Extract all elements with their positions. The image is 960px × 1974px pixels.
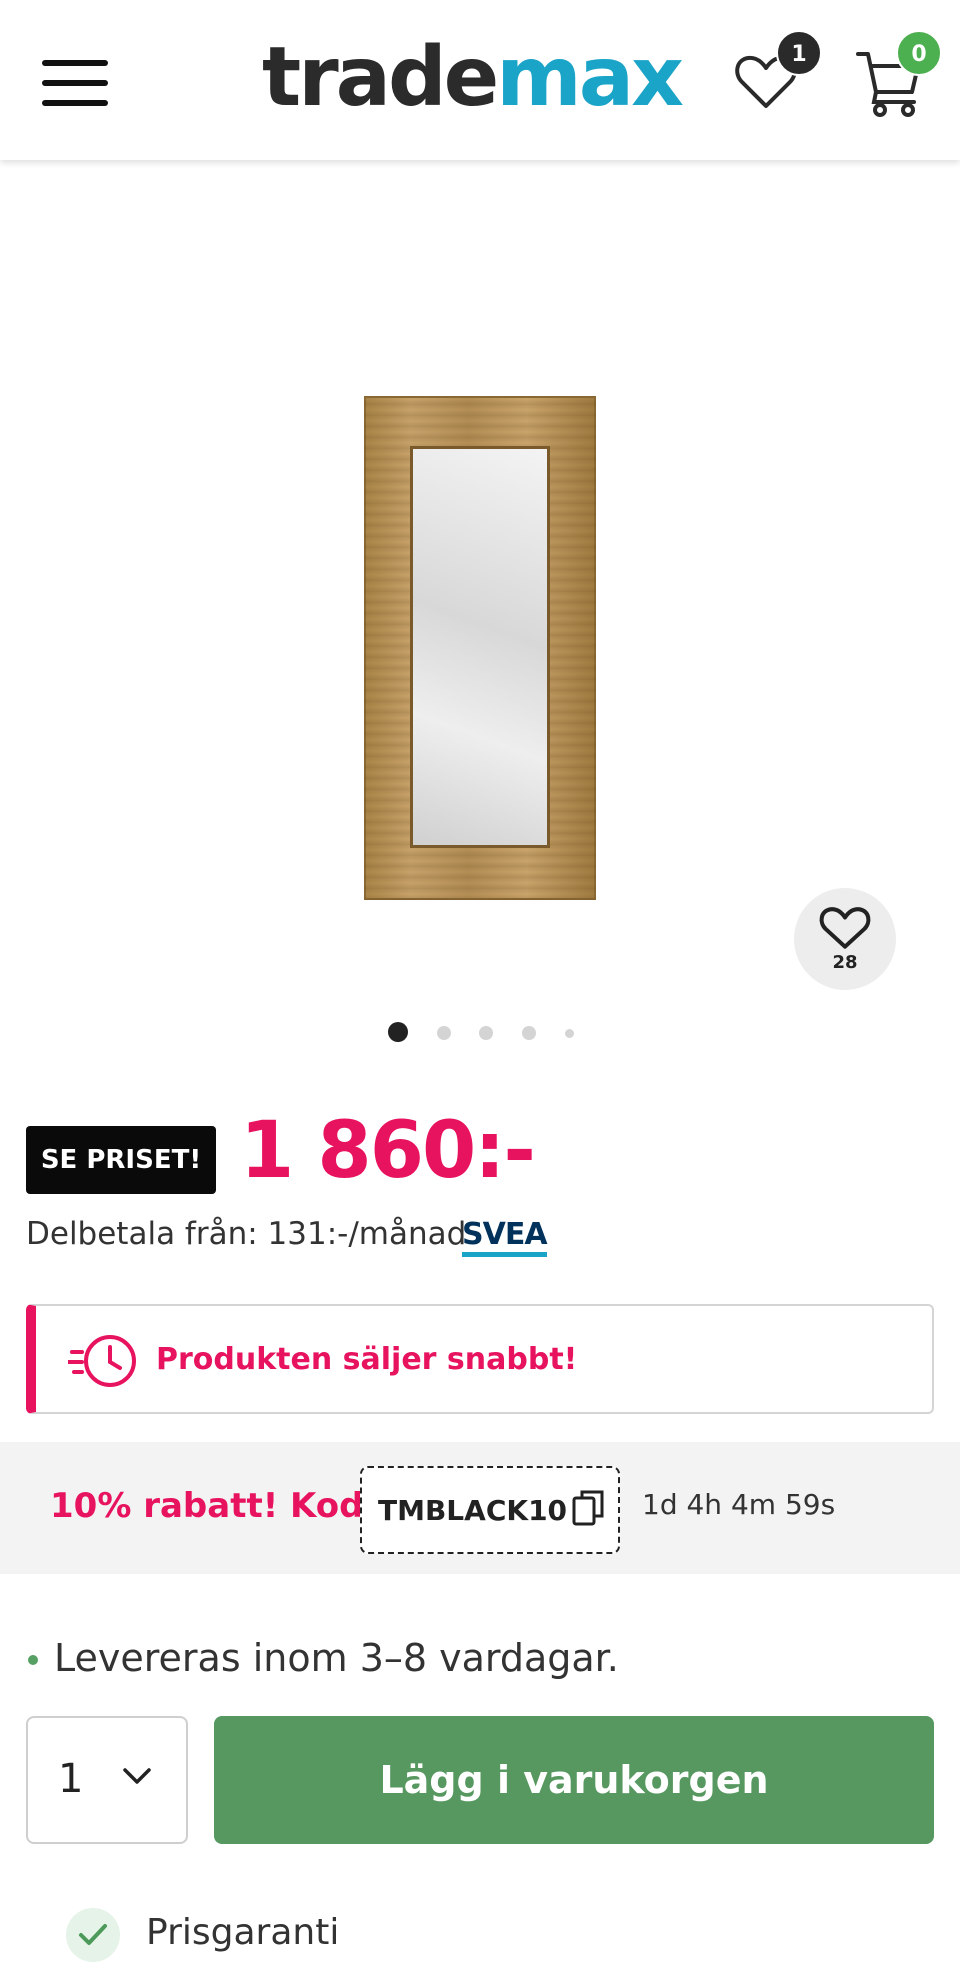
chevron-down-icon	[123, 1768, 151, 1784]
see-price-badge: SE PRISET!	[26, 1126, 216, 1194]
add-to-cart-button[interactable]: Lägg i varukorgen	[214, 1716, 934, 1844]
installment-text: Delbetala från: 131:-/månad	[26, 1216, 467, 1252]
discount-label: 10% rabatt! Kod:	[50, 1486, 378, 1526]
gallery-dot-4[interactable]	[522, 1026, 536, 1040]
cart-count-badge: 0	[896, 30, 942, 76]
gallery-dot-2[interactable]	[437, 1026, 451, 1040]
heart-icon	[819, 907, 871, 949]
logo-trade: trade	[262, 30, 499, 125]
favorite-button[interactable]: 28	[794, 888, 896, 990]
discount-banner: 10% rabatt! Kod: TMBLACK10 1d 4h 4m 59s	[0, 1442, 960, 1574]
product-price: 1 860:-	[240, 1106, 536, 1196]
quantity-select[interactable]: 1	[26, 1716, 188, 1844]
svea-logo: SVEA	[462, 1218, 548, 1257]
gallery-dot-1[interactable]	[388, 1022, 408, 1042]
discount-code-button[interactable]: TMBLACK10	[360, 1466, 620, 1554]
product-image[interactable]	[364, 396, 596, 900]
price-guarantee-text: Prisgaranti	[146, 1912, 340, 1953]
product-gallery[interactable]: 28	[0, 160, 960, 1042]
gallery-dot-5[interactable]	[565, 1029, 574, 1038]
gallery-pagination	[0, 1018, 960, 1048]
logo[interactable]: trademax	[262, 28, 684, 128]
copy-icon	[572, 1490, 604, 1526]
favorite-count: 28	[832, 952, 858, 973]
fast-clock-icon	[68, 1335, 136, 1387]
selling-fast-alert: Produkten säljer snabbt!	[26, 1304, 934, 1414]
discount-code: TMBLACK10	[378, 1494, 568, 1527]
site-header: trademax 1 0	[0, 0, 960, 160]
delivery-status-dot	[28, 1655, 38, 1665]
quantity-value: 1	[58, 1756, 84, 1802]
wishlist-count-badge: 1	[776, 30, 822, 76]
check-icon	[66, 1908, 120, 1962]
selling-fast-text: Produkten säljer snabbt!	[156, 1342, 578, 1377]
mirror-glass	[410, 446, 550, 848]
logo-max: max	[496, 30, 684, 125]
delivery-text: Levereras inom 3–8 vardagar.	[54, 1636, 619, 1680]
menu-icon[interactable]	[42, 60, 110, 106]
gallery-dot-3[interactable]	[479, 1026, 493, 1040]
discount-countdown: 1d 4h 4m 59s	[642, 1488, 836, 1521]
